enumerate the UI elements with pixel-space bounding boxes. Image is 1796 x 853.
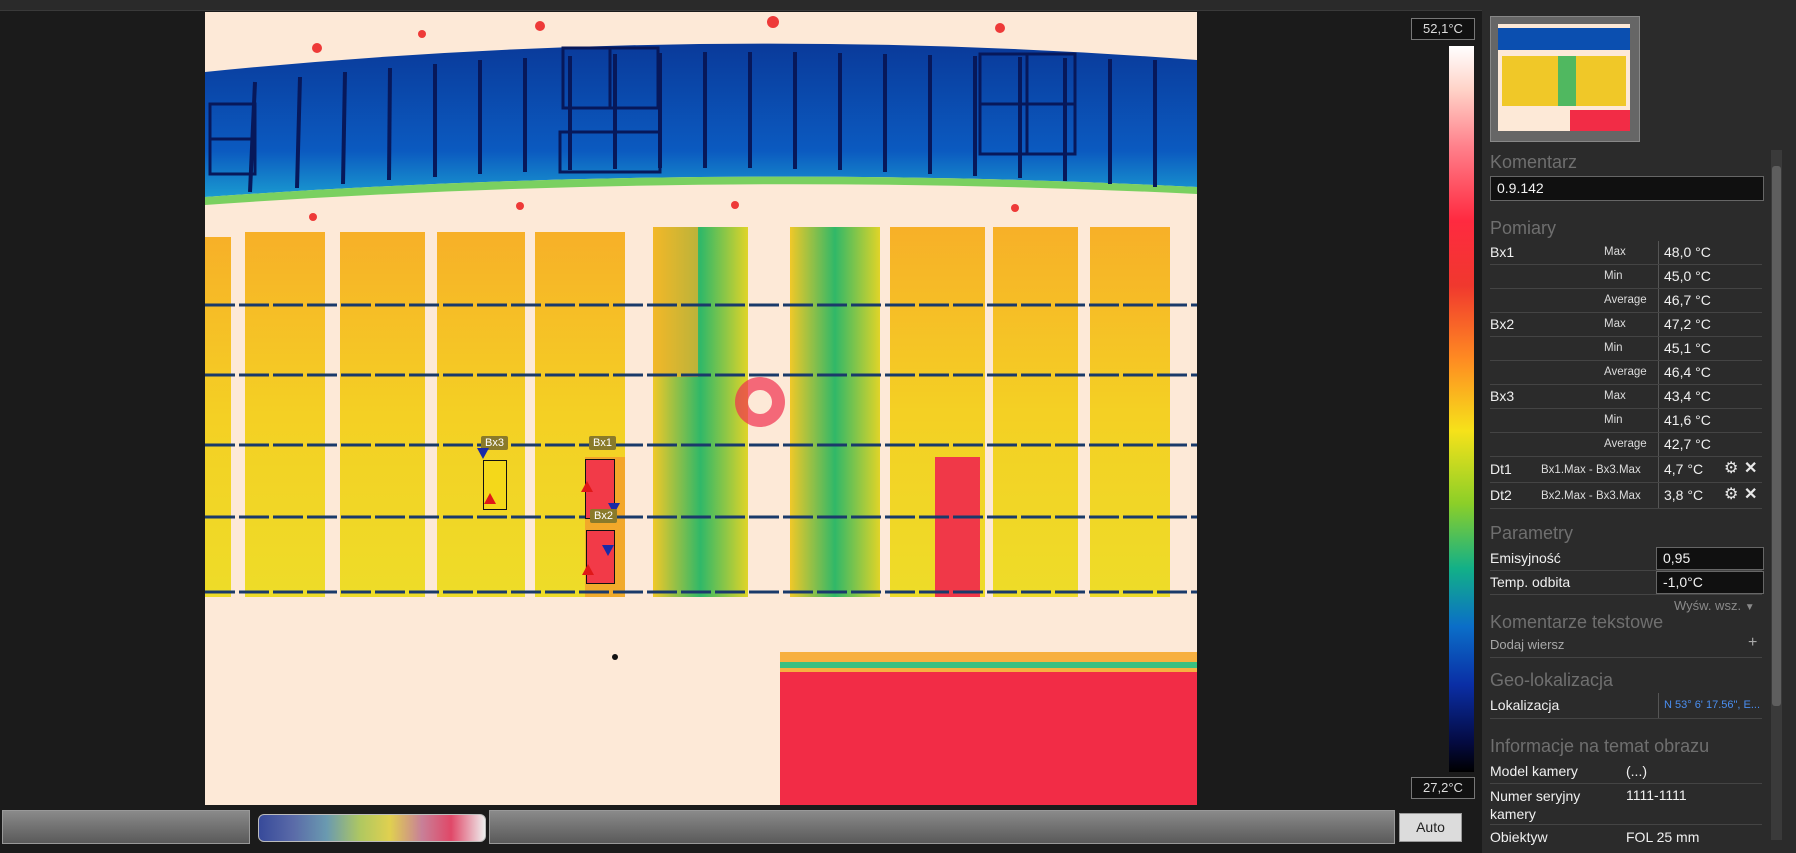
measurement-row: Bx2 Max 47,2 °C [1490, 313, 1762, 337]
delta-expression: Bx1.Max - Bx3.Max [1541, 464, 1641, 476]
scale-max-value[interactable]: 52,1°C [1411, 18, 1475, 40]
comment-input[interactable]: 0.9.142 [1490, 176, 1764, 201]
camera-model-value: (...) [1626, 763, 1647, 779]
gear-icon[interactable]: ⚙ [1724, 458, 1738, 478]
scale-min-value[interactable]: 27,2°C [1411, 777, 1475, 799]
bx3-max-marker [484, 493, 496, 504]
location-label: Lokalizacja [1490, 697, 1560, 713]
palette-slider-handle[interactable] [258, 814, 486, 842]
delta-row-dt1: Dt1 Bx1.Max - Bx3.Max 4,7 °C ⚙ ✕ [1490, 457, 1762, 483]
measurement-row: Min 41,6 °C [1490, 409, 1762, 433]
geo-section-title: Geo-lokalizacja [1490, 670, 1614, 690]
chevron-down-icon: ▼ [1744, 602, 1755, 613]
measurement-row: Min 45,0 °C [1490, 265, 1762, 289]
location-value[interactable]: N 53° 6' 17.56", E... [1658, 693, 1762, 718]
lens-value: FOL 25 mm [1626, 829, 1700, 845]
auto-button[interactable]: Auto [1399, 813, 1462, 842]
close-icon[interactable]: ✕ [1744, 484, 1757, 504]
measurement-stat: Max [1604, 246, 1626, 258]
close-icon[interactable]: ✕ [1744, 458, 1757, 478]
measurement-row: Average 46,4 °C [1490, 361, 1762, 385]
gear-icon[interactable]: ⚙ [1724, 484, 1738, 504]
bx2-label: Bx2 [590, 509, 617, 523]
delta-expression: Bx2.Max - Bx3.Max [1541, 490, 1641, 502]
bx2-max-marker [582, 564, 594, 575]
measurement-value: 45,0 °C [1658, 265, 1762, 288]
bx1-label: Bx1 [589, 436, 616, 450]
measurement-value: 46,4 °C [1658, 361, 1762, 384]
emissivity-label: Emisyjność [1490, 550, 1561, 566]
measurement-stat: Min [1604, 342, 1623, 354]
reflected-temp-input[interactable]: -1,0°C [1656, 571, 1764, 594]
measurements-section-title: Pomiary [1490, 218, 1557, 238]
measurement-row: Min 45,1 °C [1490, 337, 1762, 361]
measurement-value: 43,4 °C [1658, 385, 1762, 408]
measurement-stat: Average [1604, 294, 1647, 306]
show-all-label: Wyśw. wsz. [1674, 598, 1742, 613]
bx1-max-marker [581, 481, 593, 492]
measurement-row: Average 42,7 °C [1490, 433, 1762, 457]
measurement-stat: Min [1604, 270, 1623, 282]
measurement-stat: Max [1604, 390, 1626, 402]
measurement-stat: Max [1604, 318, 1626, 330]
thumbnail-image [1498, 24, 1630, 131]
measurement-stat: Average [1604, 366, 1647, 378]
measurement-name: Bx3 [1490, 388, 1515, 404]
measurement-value: 48,0 °C [1658, 241, 1762, 264]
measurement-row: Bx1 Max 48,0 °C [1490, 241, 1762, 265]
panel-scrollbar-thumb[interactable] [1772, 166, 1781, 706]
delta-name: Dt2 [1490, 487, 1512, 503]
measurement-stat: Min [1604, 414, 1623, 426]
location-row: Lokalizacja N 53° 6' 17.56", E... [1490, 693, 1762, 719]
measurement-value: 42,7 °C [1658, 433, 1762, 456]
measurement-value: 46,7 °C [1658, 289, 1762, 312]
measurement-row: Bx3 Max 43,4 °C [1490, 385, 1762, 409]
measurement-value: 45,1 °C [1658, 337, 1762, 360]
measurement-stat: Average [1604, 438, 1647, 450]
comment-section-title: Komentarz [1490, 152, 1578, 172]
bx3-min-marker [477, 448, 489, 459]
text-comments-section-title: Komentarze tekstowe [1490, 612, 1664, 632]
measurement-row: Average 46,7 °C [1490, 289, 1762, 313]
serial-number-label: Numer seryjny kamery [1490, 788, 1581, 822]
bx2-min-marker [602, 545, 614, 556]
add-row[interactable]: Dodaj wiersz + [1490, 634, 1762, 658]
camera-model-label: Model kamery [1490, 763, 1578, 779]
measurement-name: Bx2 [1490, 316, 1515, 332]
serial-number-value: 1111-1111 [1626, 787, 1687, 803]
delta-row-dt2: Dt2 Bx2.Max - Bx3.Max 3,8 °C ⚙ ✕ [1490, 483, 1762, 509]
image-info-section-title: Informacje na temat obrazu [1490, 736, 1710, 756]
delta-name: Dt1 [1490, 461, 1512, 477]
measurement-box-bx2[interactable] [586, 530, 615, 584]
lens-label: Obiektyw [1490, 829, 1548, 845]
thumbnail-preview[interactable] [1490, 16, 1640, 142]
emissivity-input[interactable]: 0,95 [1656, 547, 1764, 570]
measurement-value: 41,6 °C [1658, 409, 1762, 432]
show-all-link[interactable]: Wyśw. wsz. ▼ [1674, 598, 1755, 613]
measurement-name: Bx1 [1490, 244, 1515, 260]
plus-icon[interactable]: + [1748, 634, 1757, 652]
thermal-image[interactable]: Bx3 Bx1 Bx2 [205, 12, 1197, 805]
serial-number-row: Numer seryjny kamery 1111-1111 [1490, 784, 1762, 825]
lens-row: Obiektyw FOL 25 mm [1490, 826, 1762, 846]
temperature-scale-bar[interactable] [1449, 46, 1474, 772]
add-row-label: Dodaj wiersz [1490, 637, 1565, 652]
parameters-section-title: Parametry [1490, 523, 1574, 543]
range-slider-right[interactable] [489, 810, 1395, 844]
measurement-value: 47,2 °C [1658, 313, 1762, 336]
thermal-graphic [205, 16, 1197, 805]
camera-model-row: Model kamery (...) [1490, 760, 1762, 784]
reflected-temp-label: Temp. odbita [1490, 574, 1571, 590]
range-slider-left[interactable] [2, 810, 250, 844]
